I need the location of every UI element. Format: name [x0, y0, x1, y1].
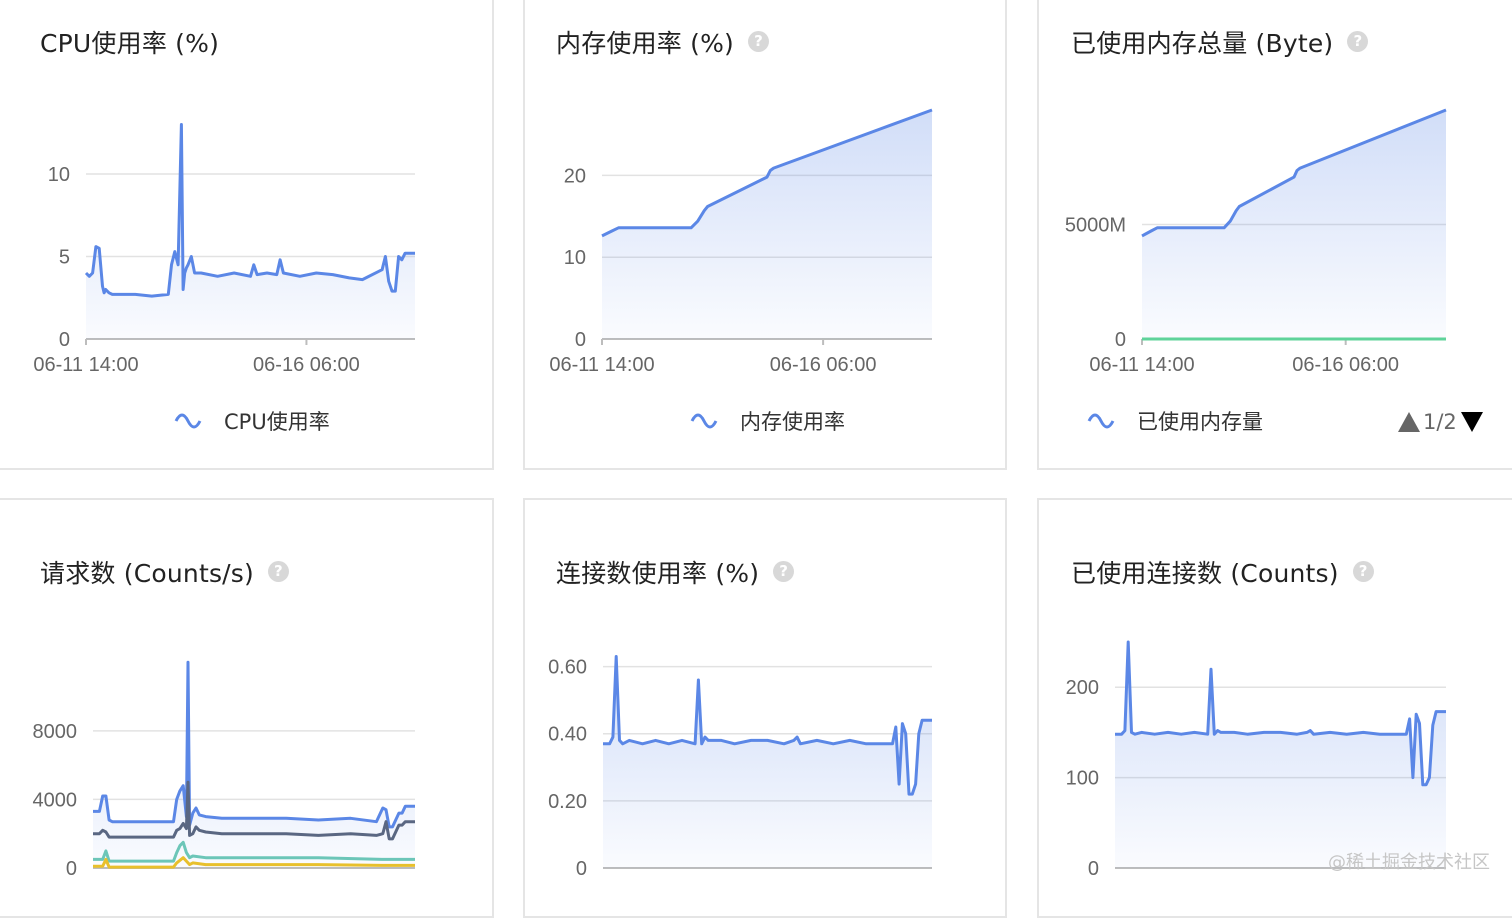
- y-tick-label: 200: [1066, 677, 1099, 699]
- watermark: @稀土掘金技术社区: [1328, 852, 1490, 873]
- chart-memory-usage: 0 10 20 06-11 14:00 06-16 06:00: [549, 108, 933, 376]
- y-tick-label: 4000: [33, 789, 78, 811]
- y-tick-label: 0: [66, 858, 77, 880]
- y-tick-label: 8000: [33, 721, 78, 743]
- legend-line-icon: [690, 413, 718, 429]
- y-tick-label: 0.40: [548, 724, 587, 746]
- series-area: [603, 656, 932, 868]
- series-area: [602, 110, 932, 339]
- y-tick-label: 0: [1115, 329, 1126, 351]
- y-tick-label: 20: [564, 165, 586, 187]
- y-tick-label: 0: [59, 329, 70, 351]
- legend-item[interactable]: CPU使用率: [174, 406, 330, 436]
- chart-memory-total: 0 5000M 06-11 14:00 06-16 06:00: [1065, 108, 1447, 376]
- panel-requests: 请求数 (Counts/s)? 0 4000 8000: [0, 498, 494, 918]
- legend-pager: 1/2: [1398, 410, 1483, 434]
- y-tick-label: 0: [1088, 858, 1099, 880]
- x-tick-label: 06-16 06:00: [253, 354, 360, 376]
- x-tick-label: 06-16 06:00: [1292, 354, 1399, 376]
- chart-cpu: 0 5 10 06-11 14:00 06-16 06:00: [33, 123, 415, 376]
- panel-cpu-usage: CPU使用率 (%) 0 5 10 06-11 14:00 06-16 06:00 CP…: [0, 0, 494, 470]
- x-tick-label: 06-11 14:00: [1089, 354, 1194, 376]
- panel-memory-usage: 内存使用率 (%)? 0 10 20 06-11 14:00 06-16 06:00 内…: [523, 0, 1007, 470]
- chart-requests: 0 4000 8000: [33, 660, 415, 880]
- legend-line-icon: [174, 413, 202, 429]
- panel-conn-usage: 连接数使用率 (%)? 0 0.20 0.40 0.60: [523, 498, 1007, 918]
- y-tick-label: 10: [48, 164, 70, 186]
- legend-line-icon: [1087, 413, 1115, 429]
- pager-prev-icon[interactable]: [1398, 412, 1420, 432]
- pager-text: 1/2: [1423, 410, 1457, 434]
- series-area: [86, 124, 415, 339]
- series-area: [1115, 642, 1446, 868]
- y-tick-label: 10: [564, 247, 586, 269]
- legend-label: 已使用内存量: [1137, 410, 1263, 434]
- y-tick-label: 0: [575, 329, 586, 351]
- pager-next-icon[interactable]: [1460, 412, 1483, 432]
- y-tick-label: 0.60: [548, 657, 587, 679]
- y-tick-label: 5: [59, 247, 70, 269]
- x-tick-label: 06-16 06:00: [770, 354, 877, 376]
- y-tick-label: 0: [576, 858, 587, 880]
- panel-memory-total: 已使用内存总量 (Byte)? 0 5000M 06-11 14:00 06-16 0…: [1037, 0, 1512, 470]
- legend-item[interactable]: 已使用内存量: [1087, 406, 1263, 436]
- y-tick-label: 0.20: [548, 791, 587, 813]
- chart-conn-usage: 0 0.20 0.40 0.60: [548, 655, 932, 880]
- legend-label: 内存使用率: [740, 410, 845, 434]
- legend-item[interactable]: 内存使用率: [690, 406, 845, 436]
- x-tick-label: 06-11 14:00: [33, 354, 138, 376]
- y-tick-label: 100: [1066, 768, 1099, 790]
- series-line: [84, 123, 415, 298]
- x-tick-label: 06-11 14:00: [549, 354, 654, 376]
- y-tick-label: 5000M: [1065, 215, 1126, 237]
- series-line: [93, 660, 415, 829]
- legend-label: CPU使用率: [224, 410, 330, 434]
